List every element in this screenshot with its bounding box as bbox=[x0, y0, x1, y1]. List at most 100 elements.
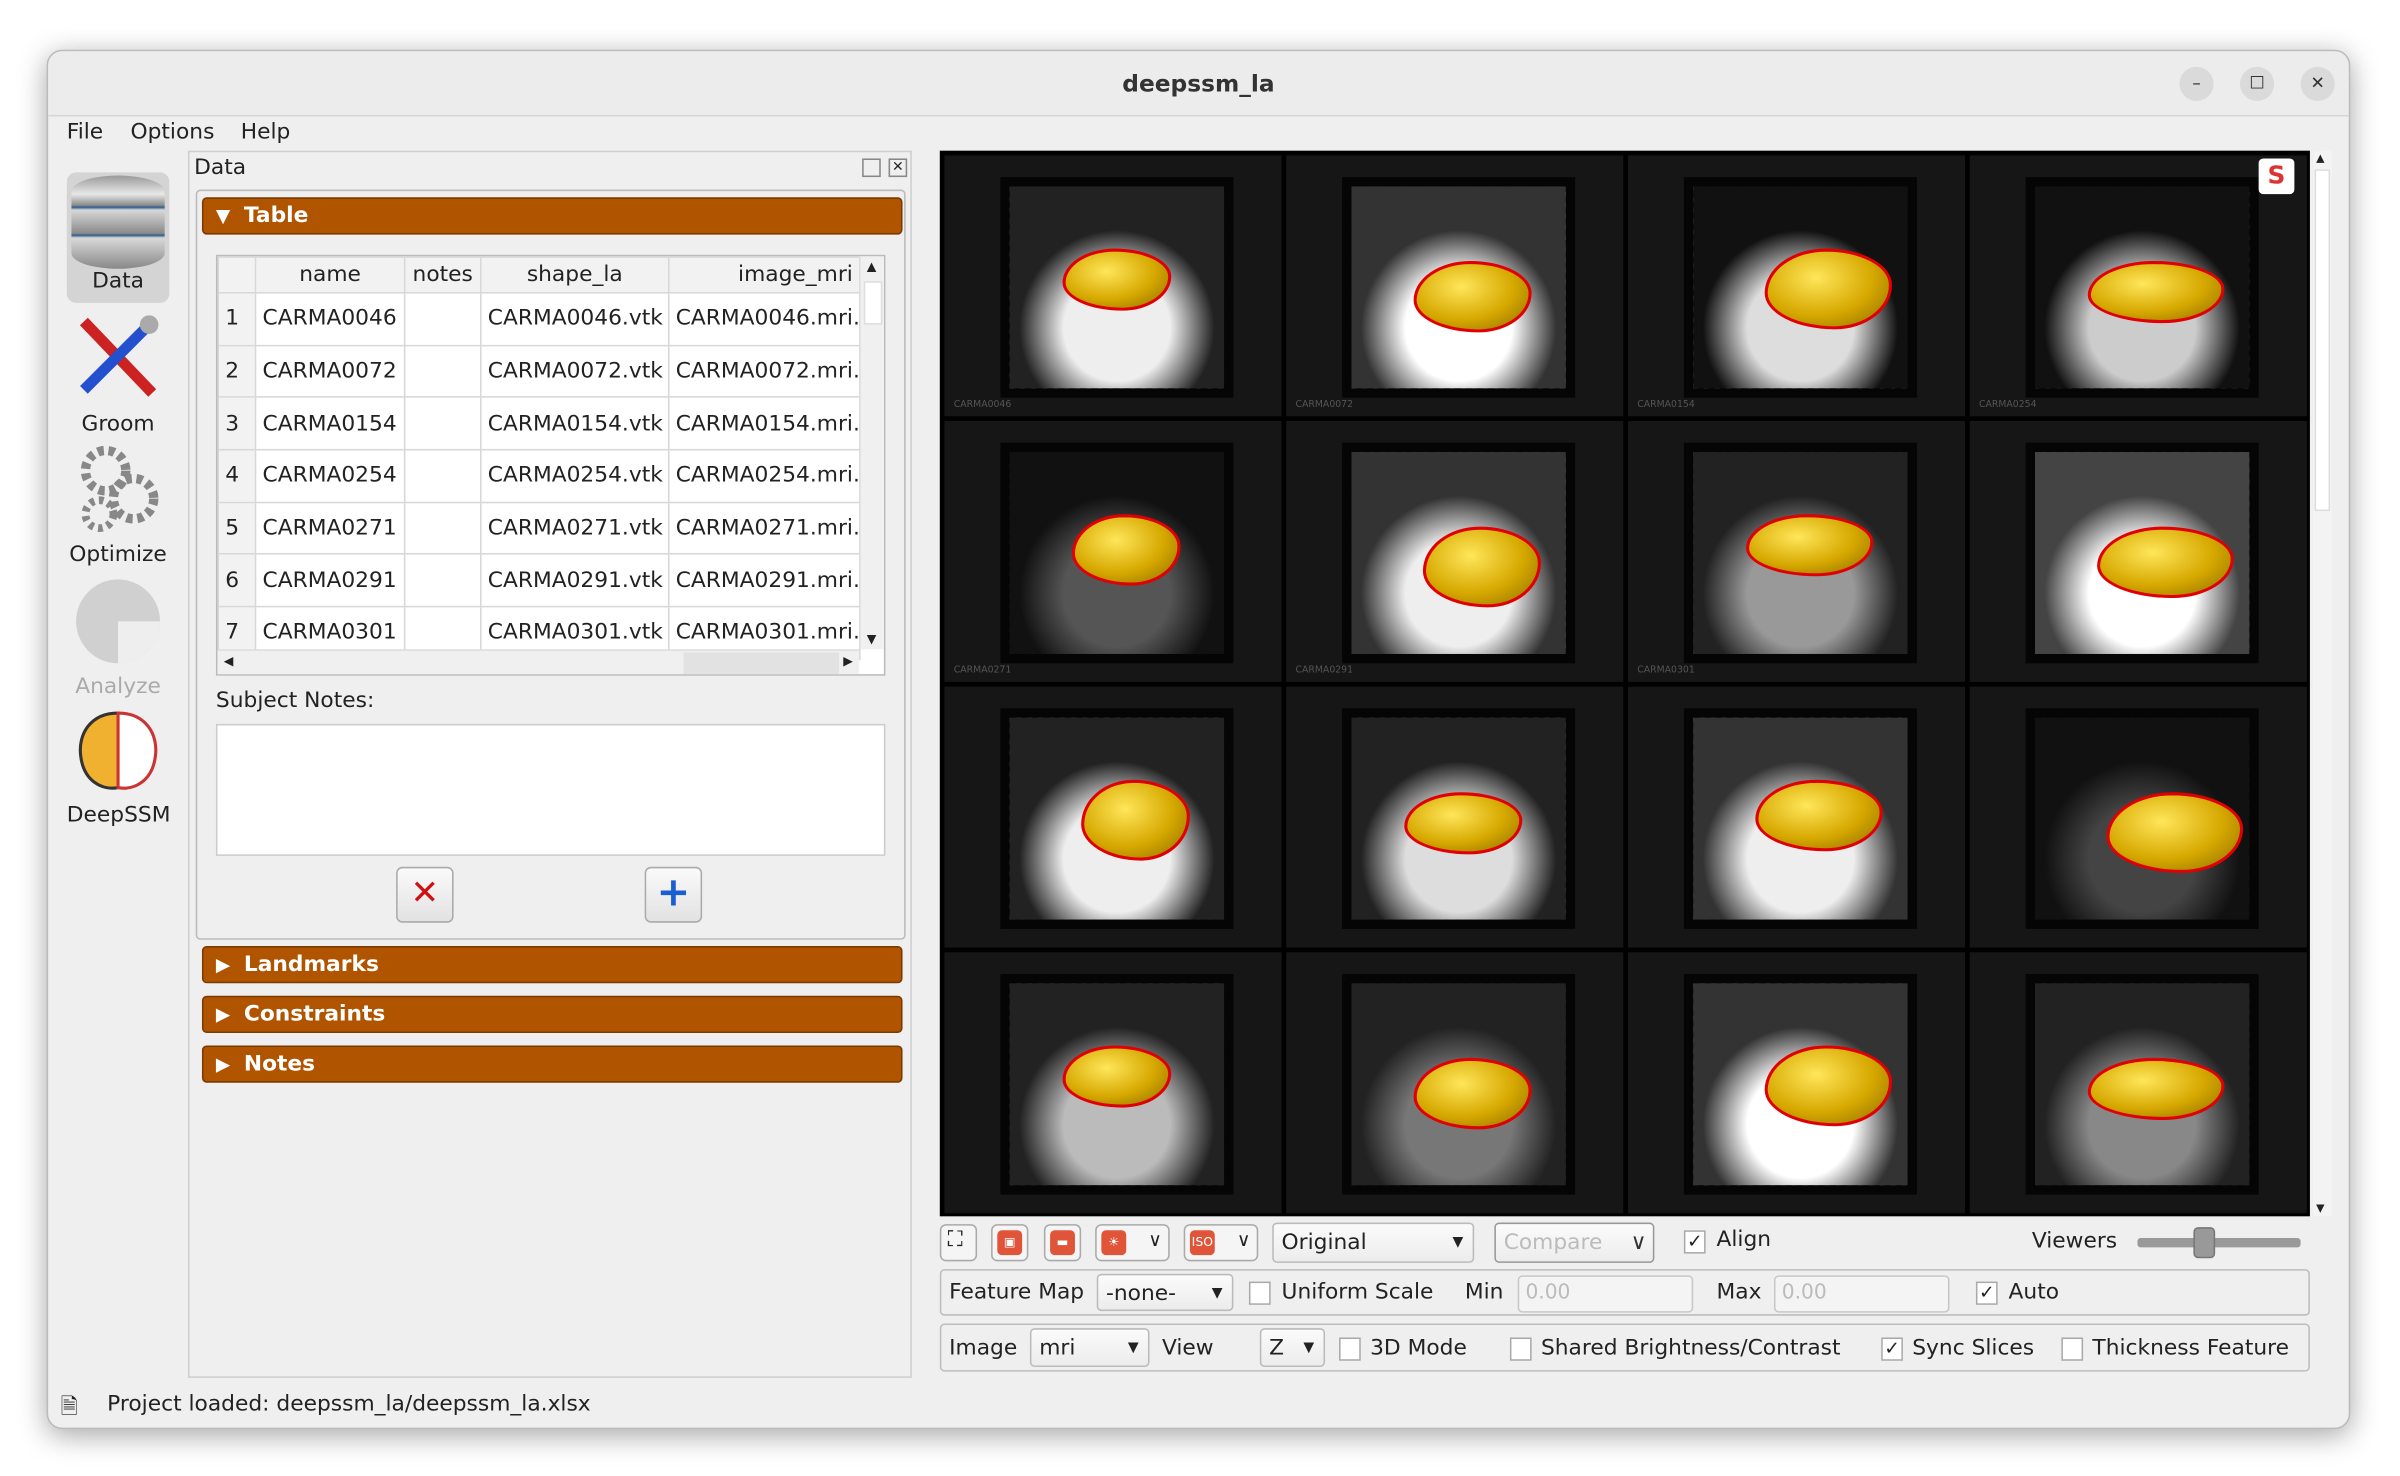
surface-button[interactable]: ▬ bbox=[1043, 1224, 1082, 1262]
viewer-cell[interactable] bbox=[1969, 686, 2307, 948]
min-input[interactable]: 0.00 bbox=[1517, 1275, 1694, 1313]
viewer-cell[interactable] bbox=[1969, 420, 2307, 682]
table-row[interactable]: 1 CARMA0046 CARMA0046.vtk CARMA0046.mri. bbox=[217, 292, 861, 346]
minimize-button[interactable]: – bbox=[2179, 66, 2214, 101]
add-button[interactable]: + bbox=[644, 866, 703, 923]
delete-button[interactable]: ✕ bbox=[396, 866, 454, 923]
cell-shape-la[interactable]: CARMA0154.vtk bbox=[480, 396, 670, 451]
viewer-cell[interactable]: CARMA0271 bbox=[944, 420, 1282, 682]
column-header-notes[interactable]: notes bbox=[403, 256, 482, 294]
tool-groom[interactable]: Groom bbox=[67, 309, 170, 437]
viewer-grid[interactable]: CARMA0046 CARMA0072 CARMA0154 CARMA0254 CARM… bbox=[939, 150, 2310, 1217]
image-select[interactable]: mri ▼ bbox=[1029, 1328, 1150, 1367]
fit-view-button[interactable]: ⛶ bbox=[939, 1224, 978, 1262]
slider-handle[interactable] bbox=[2193, 1227, 2216, 1259]
viewer-cell[interactable]: CARMA0072 bbox=[1286, 155, 1624, 417]
vertical-scrollbar[interactable]: ▲ ▼ bbox=[859, 256, 884, 650]
table-row[interactable]: 4 CARMA0254 CARMA0254.vtk CARMA0254.mri. bbox=[217, 449, 861, 503]
horizontal-scrollbar[interactable]: ◀ ▶ bbox=[217, 649, 860, 675]
cell-shape-la[interactable]: CARMA0271.vtk bbox=[480, 501, 670, 556]
cell-notes[interactable] bbox=[403, 501, 482, 556]
tool-optimize[interactable]: Optimize bbox=[67, 440, 170, 567]
table-row[interactable]: 3 CARMA0154 CARMA0154.vtk CARMA0154.mri. bbox=[217, 396, 861, 451]
cell-shape-la[interactable]: CARMA0046.vtk bbox=[480, 292, 670, 346]
table-section-header[interactable]: ▼ Table bbox=[201, 197, 903, 235]
iso-button[interactable]: ISO ∨ bbox=[1183, 1224, 1259, 1262]
shared-brightness-checkbox[interactable] bbox=[1509, 1337, 1532, 1361]
viewer-cell[interactable] bbox=[1627, 952, 1966, 1214]
row-number[interactable]: 4 bbox=[217, 449, 257, 503]
cell-image-mri[interactable]: CARMA0072.mri. bbox=[667, 344, 861, 399]
auto-checkbox[interactable]: ✓ bbox=[1975, 1281, 1998, 1305]
viewers-slider[interactable] bbox=[2137, 1227, 2301, 1259]
lighting-button[interactable]: ☀ ∨ bbox=[1095, 1224, 1170, 1262]
viewer-cell[interactable] bbox=[944, 686, 1282, 948]
feature-map-select[interactable]: -none- ▼ bbox=[1096, 1273, 1234, 1312]
cell-shape-la[interactable]: CARMA0254.vtk bbox=[480, 449, 670, 503]
cell-image-mri[interactable]: CARMA0154.mri. bbox=[667, 396, 861, 451]
max-input[interactable]: 0.00 bbox=[1773, 1275, 1950, 1313]
viewer-cell[interactable]: CARMA0046 bbox=[944, 155, 1282, 417]
landmarks-section-header[interactable]: ▶ Landmarks bbox=[201, 946, 903, 984]
constraints-section-header[interactable]: ▶ Constraints bbox=[201, 995, 903, 1034]
float-icon[interactable] bbox=[862, 158, 881, 178]
close-button[interactable]: ✕ bbox=[2300, 66, 2335, 101]
cell-image-mri[interactable]: CARMA0291.mri. bbox=[667, 553, 861, 608]
viewer-scrollbar[interactable]: ▲ ▼ bbox=[2313, 150, 2332, 1217]
cell-name[interactable]: CARMA0072 bbox=[254, 344, 406, 399]
3d-mode-checkbox[interactable] bbox=[1339, 1337, 1361, 1361]
tool-data[interactable]: Data bbox=[66, 172, 170, 303]
cell-name[interactable]: CARMA0271 bbox=[254, 501, 406, 556]
cell-image-mri[interactable]: CARMA0271.mri. bbox=[667, 501, 861, 556]
display-mode-select[interactable]: Original ▼ bbox=[1272, 1222, 1475, 1263]
cell-notes[interactable] bbox=[403, 553, 482, 608]
cell-image-mri[interactable]: CARMA0046.mri. bbox=[667, 292, 861, 346]
close-icon[interactable]: ✕ bbox=[888, 158, 908, 178]
cell-name[interactable]: CARMA0154 bbox=[254, 396, 406, 451]
cell-notes[interactable] bbox=[403, 396, 482, 451]
cell-name[interactable]: CARMA0254 bbox=[254, 449, 406, 503]
column-header-name[interactable]: name bbox=[254, 256, 406, 294]
cell-notes[interactable] bbox=[403, 292, 482, 346]
viewer-cell[interactable] bbox=[1627, 686, 1966, 948]
row-number[interactable]: 6 bbox=[217, 553, 257, 608]
viewer-cell[interactable] bbox=[944, 952, 1282, 1214]
tool-deepssm[interactable]: DeepSSM bbox=[67, 701, 170, 828]
cell-name[interactable]: CARMA0046 bbox=[254, 292, 406, 346]
compare-select[interactable]: Compare ∨ bbox=[1494, 1222, 1655, 1263]
row-number[interactable]: 2 bbox=[217, 344, 257, 399]
sync-slices-checkbox[interactable]: ✓ bbox=[1881, 1337, 1903, 1361]
column-header-image-mri[interactable]: image_mri bbox=[667, 256, 861, 294]
menu-options[interactable]: Options bbox=[130, 120, 214, 145]
menu-file[interactable]: File bbox=[67, 120, 103, 145]
viewer-cell[interactable]: CARMA0154 bbox=[1627, 155, 1966, 417]
viewer-cell[interactable] bbox=[1969, 952, 2307, 1214]
row-number[interactable]: 3 bbox=[217, 396, 257, 451]
view-select[interactable]: Z ▼ bbox=[1259, 1328, 1326, 1367]
tool-analyze[interactable]: Analyze bbox=[67, 572, 170, 699]
viewer-cell[interactable]: CARMA0254 bbox=[1969, 155, 2307, 417]
column-header-shape-la[interactable]: shape_la bbox=[480, 256, 670, 294]
cell-image-mri[interactable]: CARMA0254.mri. bbox=[667, 449, 861, 503]
maximize-button[interactable]: ☐ bbox=[2240, 66, 2275, 101]
row-number[interactable]: 1 bbox=[217, 292, 257, 346]
cell-name[interactable]: CARMA0291 bbox=[254, 553, 406, 608]
viewer-cell[interactable] bbox=[1286, 686, 1624, 948]
cell-shape-la[interactable]: CARMA0291.vtk bbox=[480, 553, 670, 608]
subject-notes-input[interactable] bbox=[215, 723, 886, 856]
cell-notes[interactable] bbox=[403, 344, 482, 399]
thickness-feature-checkbox[interactable] bbox=[2061, 1337, 2084, 1361]
cell-notes[interactable] bbox=[403, 449, 482, 503]
row-number[interactable]: 5 bbox=[217, 501, 257, 556]
notes-section-header[interactable]: ▶ Notes bbox=[201, 1045, 903, 1083]
viewer-cell[interactable]: CARMA0301 bbox=[1627, 420, 1966, 682]
table-row[interactable]: 2 CARMA0072 CARMA0072.vtk CARMA0072.mri. bbox=[217, 344, 861, 399]
table-row[interactable]: 6 CARMA0291 CARMA0291.vtk CARMA0291.mri. bbox=[217, 553, 861, 608]
viewer-cell[interactable] bbox=[1286, 952, 1624, 1214]
align-checkbox[interactable]: ✓ bbox=[1683, 1230, 1706, 1254]
viewer-cell[interactable]: CARMA0291 bbox=[1286, 420, 1624, 682]
menu-help[interactable]: Help bbox=[241, 120, 291, 145]
uniform-scale-checkbox[interactable] bbox=[1248, 1281, 1271, 1305]
cell-shape-la[interactable]: CARMA0072.vtk bbox=[480, 344, 670, 399]
table-row[interactable]: 5 CARMA0271 CARMA0271.vtk CARMA0271.mri. bbox=[217, 501, 861, 556]
